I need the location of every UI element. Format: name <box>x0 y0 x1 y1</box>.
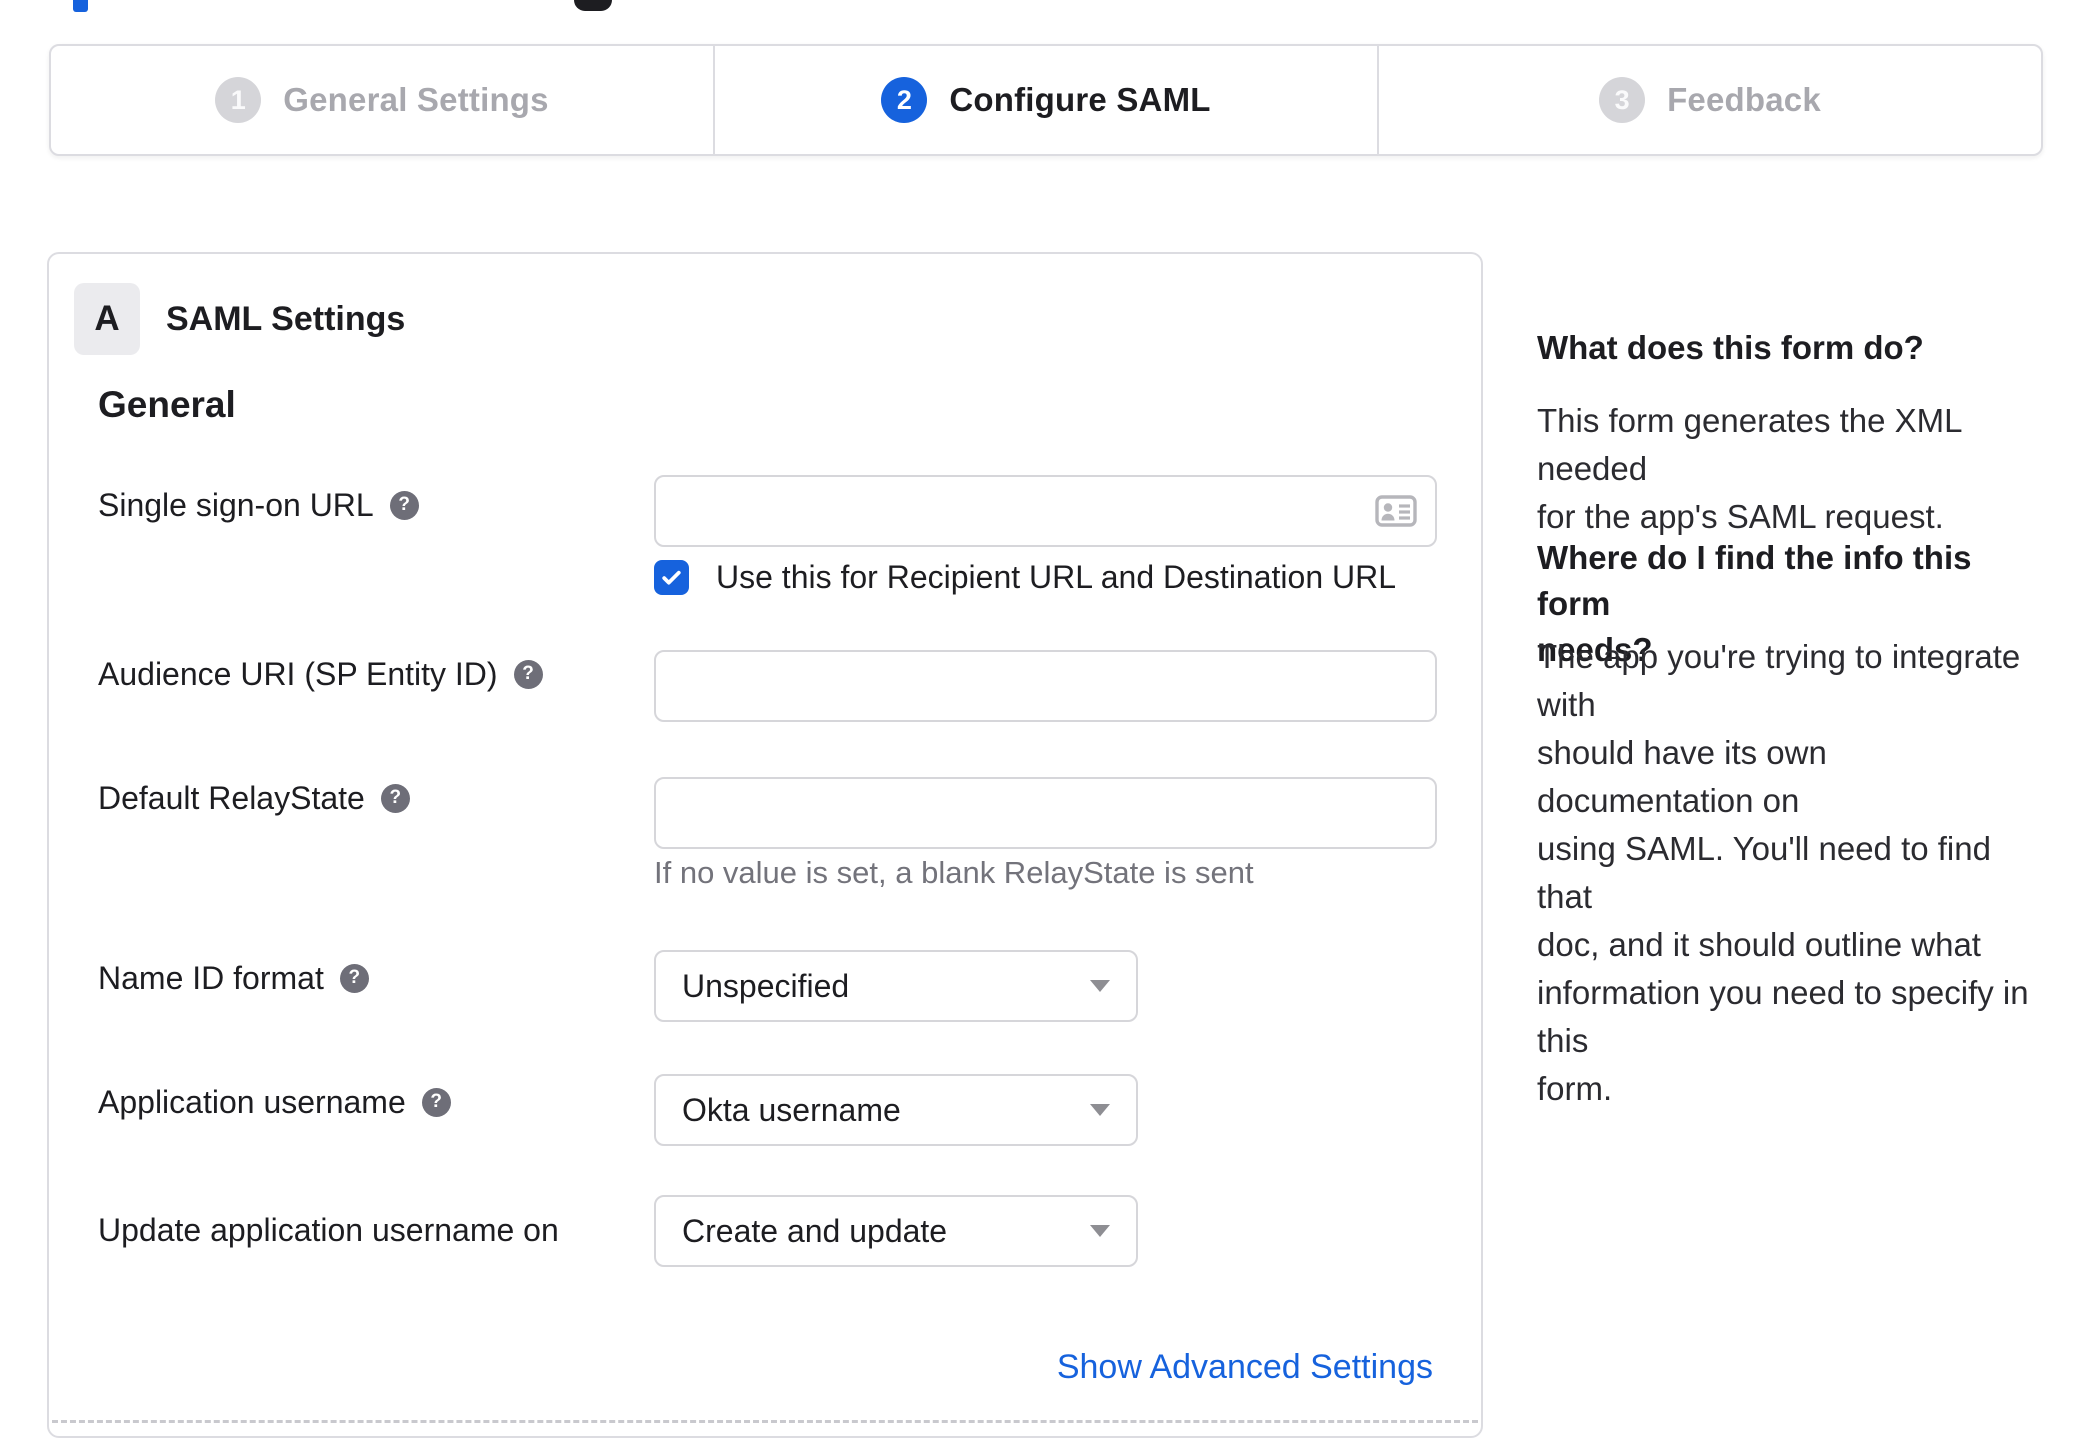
section-dashed-divider <box>52 1420 1478 1423</box>
top-edge-fragment-blue <box>73 0 88 12</box>
relaystate-input[interactable] <box>654 777 1437 849</box>
sso-url-label: Single sign-on URL <box>98 486 374 523</box>
help-icon[interactable] <box>421 1087 451 1117</box>
sso-url-input-wrap <box>654 475 1437 547</box>
help-answer-2: The app you're trying to integrate with s… <box>1537 638 2029 1107</box>
application-username-select[interactable]: Okta username <box>654 1074 1138 1146</box>
recipient-url-checkbox[interactable] <box>654 560 689 595</box>
name-id-format-value: Unspecified <box>682 967 850 1004</box>
show-advanced-settings-link[interactable]: Show Advanced Settings <box>1057 1348 1433 1387</box>
step-number-badge: 1 <box>215 77 262 123</box>
name-id-format-label: Name ID format <box>98 959 324 996</box>
name-id-format-label-row: Name ID format <box>98 960 369 996</box>
help-icon[interactable] <box>339 963 369 993</box>
dropdown-caret-icon <box>1090 1225 1110 1237</box>
step-label: Configure SAML <box>949 81 1211 118</box>
sso-url-label-row: Single sign-on URL <box>98 487 419 523</box>
audience-uri-input[interactable] <box>654 650 1437 722</box>
relaystate-label-row: Default RelayState <box>98 780 410 816</box>
configure-saml-page: { "stepper": { "steps": [ { "number": "1… <box>0 0 2092 1438</box>
top-edge-fragment-dark <box>574 0 612 11</box>
audience-uri-label: Audience URI (SP Entity ID) <box>98 655 498 692</box>
help-question-1: What does this form do? <box>1537 329 1924 366</box>
step-label: General Settings <box>283 81 549 118</box>
update-username-label: Update application username on <box>98 1211 559 1248</box>
step-general-settings[interactable]: 1 General Settings <box>51 46 713 154</box>
section-title: SAML Settings <box>166 300 406 338</box>
step-configure-saml[interactable]: 2 Configure SAML <box>713 46 1377 154</box>
update-username-label-row: Update application username on <box>98 1212 559 1248</box>
check-icon <box>662 570 681 585</box>
step-number-badge: 2 <box>881 77 928 123</box>
audience-uri-input-wrap <box>654 650 1437 722</box>
help-icon[interactable] <box>513 659 543 689</box>
application-username-label-row: Application username <box>98 1084 451 1120</box>
relaystate-label: Default RelayState <box>98 779 365 816</box>
dropdown-caret-icon <box>1090 1104 1110 1116</box>
update-username-select[interactable]: Create and update <box>654 1195 1138 1267</box>
relaystate-input-wrap <box>654 777 1437 849</box>
application-username-value: Okta username <box>682 1091 901 1128</box>
update-username-value: Create and update <box>682 1212 948 1249</box>
general-group-heading: General <box>98 384 236 425</box>
contact-card-icon[interactable] <box>1375 495 1417 527</box>
recipient-url-checkbox-row: Use this for Recipient URL and Destinati… <box>654 559 1396 596</box>
recipient-url-checkbox-label: Use this for Recipient URL and Destinati… <box>716 559 1397 595</box>
sso-url-input[interactable] <box>654 475 1437 547</box>
help-answer-1: This form generates the XML needed for th… <box>1537 402 1962 535</box>
audience-uri-label-row: Audience URI (SP Entity ID) <box>98 656 543 692</box>
help-icon[interactable] <box>389 490 419 520</box>
help-panel: What does this form do? This form genera… <box>1537 0 2049 1426</box>
application-username-label: Application username <box>98 1083 406 1120</box>
saml-settings-card: A SAML Settings General Single sign-on U… <box>47 252 1483 1438</box>
dropdown-caret-icon <box>1090 980 1110 992</box>
relaystate-helper-text: If no value is set, a blank RelayState i… <box>654 855 1254 890</box>
help-icon[interactable] <box>380 783 410 813</box>
section-badge-a: A <box>74 283 140 355</box>
name-id-format-select[interactable]: Unspecified <box>654 950 1138 1022</box>
